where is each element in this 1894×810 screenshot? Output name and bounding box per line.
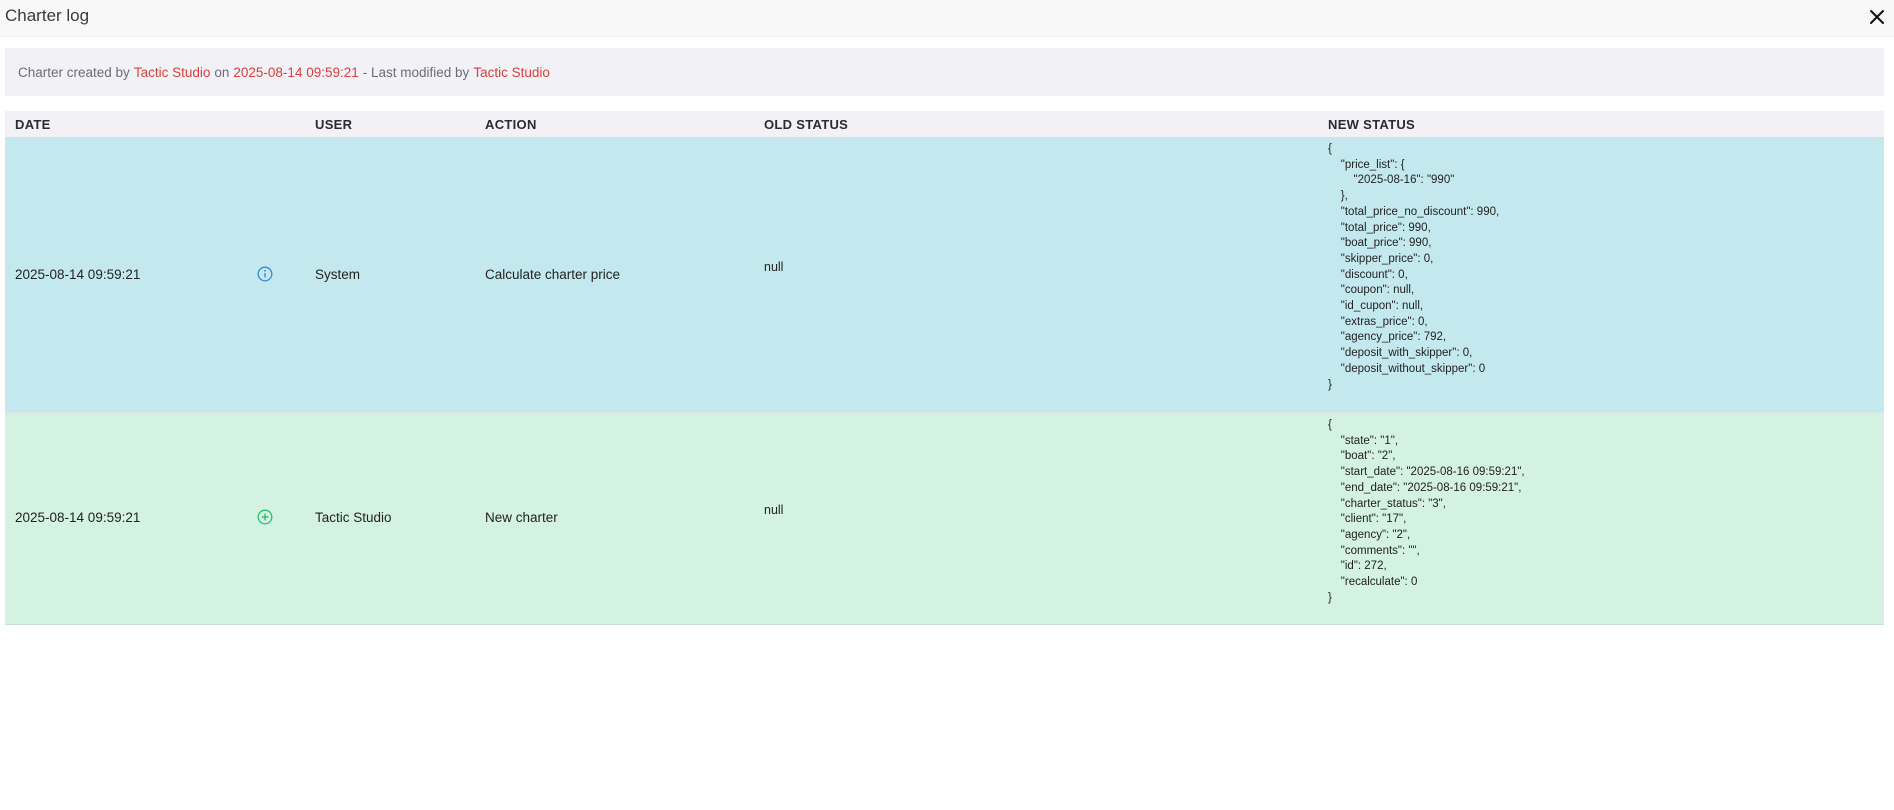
close-button[interactable] [1864, 4, 1890, 30]
info-icon [257, 266, 273, 282]
created-by-link[interactable]: Tactic Studio [134, 65, 211, 80]
column-header-user: USER [315, 117, 353, 132]
created-by-prefix: Charter created by [18, 64, 130, 80]
row-action: New charter [485, 510, 558, 525]
created-at-link[interactable]: 2025-08-14 09:59:21 [233, 65, 358, 80]
row-old-status: null [764, 503, 784, 517]
table-header: DATE USER ACTION OLD STATUS NEW STATUS [5, 111, 1884, 137]
charter-log-table: DATE USER ACTION OLD STATUS NEW STATUS 2… [5, 111, 1884, 625]
table-row: 2025-08-14 09:59:21 Tactic Studio New ch… [5, 413, 1884, 625]
table-row: 2025-08-14 09:59:21 System Calculate cha… [5, 137, 1884, 413]
column-header-new-status: NEW STATUS [1328, 117, 1416, 132]
column-header-date: DATE [15, 117, 51, 132]
modified-by-link[interactable]: Tactic Studio [473, 65, 550, 80]
on-text: on [214, 64, 230, 80]
row-user: System [315, 267, 361, 282]
plus-circle-icon [257, 509, 273, 525]
row-action: Calculate charter price [485, 267, 621, 282]
row-date: 2025-08-14 09:59:21 [15, 267, 141, 282]
row-old-status: null [764, 260, 784, 274]
column-header-action: ACTION [485, 117, 537, 132]
modified-text: - Last modified by [362, 64, 470, 80]
row-new-status: { "state": "1", "boat": "2", "start_date… [1328, 419, 1525, 604]
modal-header: Charter log [0, 0, 1894, 37]
row-user: Tactic Studio [315, 510, 392, 525]
column-header-old-status: OLD STATUS [764, 117, 849, 132]
row-new-status: { "price_list": { "2025-08-16": "990" },… [1328, 143, 1500, 391]
modal-title: Charter log [5, 6, 90, 25]
charter-info-bar: Charter created by Tactic Studio on 2025… [5, 48, 1884, 96]
row-date: 2025-08-14 09:59:21 [15, 510, 141, 525]
close-icon[interactable] [1869, 9, 1885, 25]
